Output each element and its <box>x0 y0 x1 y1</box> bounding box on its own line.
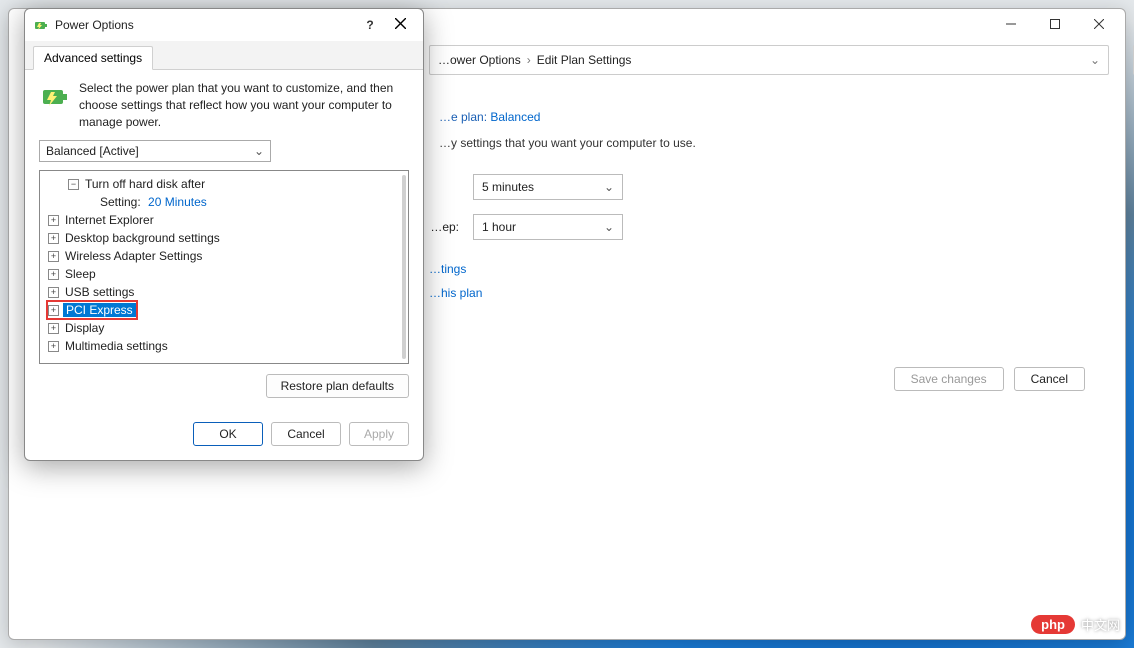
dialog-body: Select the power plan that you want to c… <box>25 70 423 412</box>
ok-button[interactable]: OK <box>193 422 263 446</box>
chevron-down-icon[interactable]: ⌄ <box>1090 53 1100 67</box>
close-button[interactable] <box>1077 10 1121 38</box>
watermark: php 中文网 <box>1031 615 1120 634</box>
dialog-intro: Select the power plan that you want to c… <box>79 80 409 130</box>
power-plan-icon <box>39 80 71 112</box>
dialog-buttons: OK Cancel Apply <box>25 412 423 460</box>
tree-item-setting-value[interactable]: Setting: 20 Minutes <box>42 193 406 211</box>
power-options-dialog: Power Options ? Advanced settings Select… <box>24 8 424 461</box>
dropdown-value: 1 hour <box>482 220 516 234</box>
collapse-icon[interactable]: − <box>68 179 79 190</box>
breadcrumb-item[interactable]: Edit Plan Settings <box>537 53 632 67</box>
tree-label: Multimedia settings <box>65 339 168 353</box>
tree-item-sleep[interactable]: + Sleep <box>42 265 406 283</box>
display-off-dropdown[interactable]: 5 minutes ⌄ <box>473 174 623 200</box>
tree-item-desktop-bg[interactable]: + Desktop background settings <box>42 229 406 247</box>
expand-icon[interactable]: + <box>48 323 59 334</box>
tree-label: USB settings <box>65 285 134 299</box>
tree-label-selected: PCI Express <box>63 303 136 317</box>
tree-label: Internet Explorer <box>65 213 154 227</box>
dropdown-value: 5 minutes <box>482 180 534 194</box>
annotation-highlight: + PCI Express <box>46 300 138 320</box>
watermark-text: 中文网 <box>1081 615 1120 634</box>
tree-label: Sleep <box>65 267 96 281</box>
setting-row: 5 minutes ⌄ <box>329 174 1065 200</box>
tree-item-usb[interactable]: + USB settings <box>42 283 406 301</box>
breadcrumb-sep: › <box>527 53 531 67</box>
battery-icon <box>33 17 49 33</box>
breadcrumb[interactable]: …ower Options › Edit Plan Settings ⌄ <box>429 45 1109 75</box>
watermark-logo: php <box>1031 615 1075 634</box>
tab-advanced-settings[interactable]: Advanced settings <box>33 46 153 70</box>
scrollbar[interactable] <box>402 175 406 359</box>
expand-icon[interactable]: + <box>48 215 59 226</box>
tree-item-multimedia[interactable]: + Multimedia settings <box>42 337 406 355</box>
page-title: …e plan: Balanced <box>439 105 1065 126</box>
minimize-button[interactable] <box>989 10 1033 38</box>
restore-defaults-button[interactable]: Restore plan defaults <box>266 374 409 398</box>
tree-item-wireless[interactable]: + Wireless Adapter Settings <box>42 247 406 265</box>
help-button[interactable]: ? <box>355 18 385 32</box>
chevron-down-icon: ⌄ <box>604 180 614 194</box>
tree-setting-label: Setting: <box>100 195 141 209</box>
tree-label: Desktop background settings <box>65 231 220 245</box>
maximize-button[interactable] <box>1033 10 1077 38</box>
page-description: …y settings that you want your computer … <box>439 136 1065 150</box>
tree-label: Turn off hard disk after <box>85 177 205 191</box>
chevron-down-icon: ⌄ <box>604 220 614 234</box>
tree-label: Wireless Adapter Settings <box>65 249 202 263</box>
chevron-down-icon: ⌄ <box>254 144 264 158</box>
sleep-dropdown[interactable]: 1 hour ⌄ <box>473 214 623 240</box>
tab-strip: Advanced settings <box>25 41 423 70</box>
dropdown-value: Balanced [Active] <box>46 144 139 158</box>
expand-icon[interactable]: + <box>48 269 59 280</box>
expand-icon[interactable]: + <box>48 341 59 352</box>
expand-icon[interactable]: + <box>48 233 59 244</box>
expand-icon[interactable]: + <box>48 305 59 316</box>
dialog-title: Power Options <box>55 18 355 32</box>
tree-item-ie[interactable]: + Internet Explorer <box>42 211 406 229</box>
tree-setting-value[interactable]: 20 Minutes <box>148 195 207 209</box>
expand-icon[interactable]: + <box>48 251 59 262</box>
cancel-button[interactable]: Cancel <box>271 422 341 446</box>
settings-tree[interactable]: − Turn off hard disk after Setting: 20 M… <box>39 170 409 364</box>
dialog-titlebar: Power Options ? <box>25 9 423 41</box>
tree-item-hard-disk[interactable]: − Turn off hard disk after <box>42 175 406 193</box>
dialog-close-button[interactable] <box>385 18 415 32</box>
restore-defaults-link[interactable]: …his plan <box>429 286 1065 300</box>
setting-row: …ep: 1 hour ⌄ <box>329 214 1065 240</box>
advanced-settings-link[interactable]: …tings <box>429 262 1065 276</box>
tree-item-display[interactable]: + Display <box>42 319 406 337</box>
apply-button[interactable]: Apply <box>349 422 409 446</box>
save-button[interactable]: Save changes <box>894 367 1004 391</box>
tree-item-pci-express[interactable]: + PCI Express <box>42 301 406 319</box>
expand-icon[interactable]: + <box>48 287 59 298</box>
breadcrumb-item[interactable]: …ower Options <box>438 53 521 67</box>
plan-select-dropdown[interactable]: Balanced [Active] ⌄ <box>39 140 271 162</box>
tree-label: Display <box>65 321 104 335</box>
action-buttons: Save changes Cancel <box>894 367 1085 391</box>
cancel-button[interactable]: Cancel <box>1014 367 1085 391</box>
